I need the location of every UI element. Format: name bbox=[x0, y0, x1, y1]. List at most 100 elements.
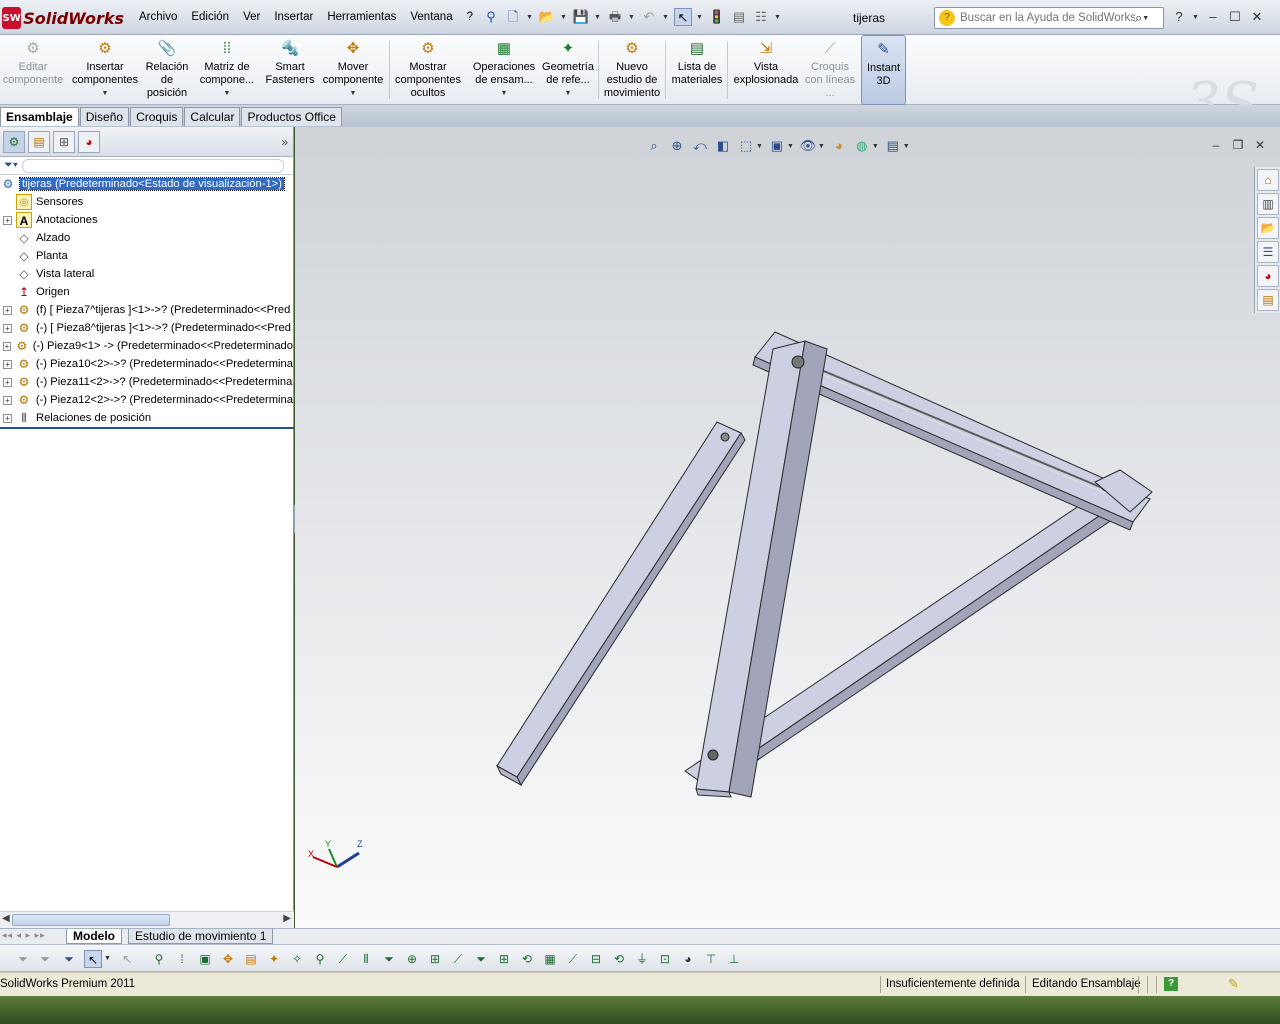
expand-icon[interactable]: + bbox=[3, 323, 12, 333]
tool-17-icon[interactable]: ⟲ bbox=[518, 950, 536, 968]
save-dropdown-icon[interactable]: ▼ bbox=[594, 14, 602, 21]
tree-item-pieza8[interactable]: + ⚙ (-) [ Pieza8^tijeras ]<1>->? (Predete… bbox=[0, 319, 293, 337]
solidworks-logo[interactable]: SW SolidWorks bbox=[0, 4, 124, 32]
save-icon[interactable]: 💾 bbox=[572, 8, 590, 26]
minimize-icon[interactable]: – bbox=[1204, 8, 1222, 26]
select-tool-icon[interactable]: ↖ bbox=[84, 950, 102, 968]
filter-faces-icon[interactable]: ⏷ bbox=[36, 950, 54, 968]
view-palette-icon[interactable]: ☰ bbox=[1257, 241, 1279, 263]
tool-14-icon[interactable]: ⟋ bbox=[449, 950, 467, 968]
reference-geometry-dropdown-icon[interactable]: ▼ bbox=[540, 87, 596, 100]
menu-ventana[interactable]: Ventana bbox=[403, 9, 459, 25]
filter-toolbar-icon[interactable]: ⏷ bbox=[14, 950, 32, 968]
tool-20-icon[interactable]: ⊟ bbox=[587, 950, 605, 968]
bill-of-materials-button[interactable]: ▤ Lista de materiales bbox=[670, 35, 724, 105]
pin-icon[interactable]: ⚲ bbox=[482, 8, 500, 26]
tool-1-icon[interactable]: ⚲ bbox=[150, 950, 168, 968]
menu-ver[interactable]: Ver bbox=[236, 9, 267, 25]
assembly-features-button[interactable]: ▦ Operaciones de ensam... ▼ bbox=[470, 35, 538, 105]
expand-panel-icon[interactable]: » bbox=[281, 135, 288, 149]
insert-components-dropdown-icon[interactable]: ▼ bbox=[70, 87, 140, 100]
help-search-input[interactable] bbox=[960, 12, 1135, 24]
mate-button[interactable]: 📎 Relación de posición bbox=[144, 35, 190, 105]
tree-item-vista-lateral[interactable]: ◇ Vista lateral bbox=[0, 265, 293, 283]
rollback-bar[interactable] bbox=[0, 427, 294, 429]
select-other-icon[interactable]: ↖ bbox=[118, 950, 136, 968]
exploded-view-button[interactable]: ⇲ Vista explosionada bbox=[732, 35, 800, 105]
menu-herramientas[interactable]: Herramientas bbox=[320, 9, 403, 25]
file-explorer-icon[interactable]: 📂 bbox=[1257, 217, 1279, 239]
display-manager-tab-icon[interactable]: ◕ bbox=[78, 130, 100, 153]
tool-24-icon[interactable]: ◕ bbox=[679, 950, 697, 968]
scroll-left-icon[interactable]: ◀ bbox=[2, 913, 10, 924]
tool-19-icon[interactable]: ⟋ bbox=[564, 950, 582, 968]
model-viewport[interactable] bbox=[295, 127, 1280, 928]
expand-icon[interactable]: + bbox=[3, 377, 12, 387]
tool-7-icon[interactable]: ✧ bbox=[288, 950, 306, 968]
tool-2-icon[interactable]: ⁞ bbox=[173, 950, 191, 968]
tool-23-icon[interactable]: ⊡ bbox=[656, 950, 674, 968]
configuration-manager-tab-icon[interactable]: ⊞ bbox=[53, 130, 75, 153]
explode-line-sketch-button[interactable]: ⟋ Croquis con líneas ... bbox=[804, 35, 856, 105]
tool-18-icon[interactable]: ▦ bbox=[541, 950, 559, 968]
pattern-dropdown-icon[interactable]: ▼ bbox=[196, 87, 258, 100]
expand-icon[interactable]: + bbox=[3, 305, 12, 315]
tab-modelo[interactable]: Modelo bbox=[66, 929, 122, 944]
tree-item-pieza9[interactable]: + ⚙ (-) Pieza9<1> -> (Predeterminado<<Pre… bbox=[0, 337, 293, 355]
open-dropdown-icon[interactable]: ▼ bbox=[560, 14, 568, 21]
tab-croquis[interactable]: Croquis bbox=[130, 107, 184, 126]
tool-3-icon[interactable]: ▣ bbox=[196, 950, 214, 968]
filter-edges-icon[interactable]: ⏷ bbox=[60, 950, 78, 968]
help-icon[interactable]: ? bbox=[1170, 8, 1188, 26]
print-icon[interactable]: 🖶 bbox=[606, 8, 624, 26]
help-dropdown-icon[interactable]: ▼ bbox=[1192, 14, 1200, 21]
feature-tree-tab-icon[interactable]: ⚙ bbox=[3, 130, 25, 153]
tree-item-alzado[interactable]: ◇ Alzado bbox=[0, 229, 293, 247]
tree-item-pieza10[interactable]: + ⚙ (-) Pieza10<2>->? (Predeterminado<<Pr… bbox=[0, 355, 293, 373]
tool-21-icon[interactable]: ⟲ bbox=[610, 950, 628, 968]
tool-11-icon[interactable]: ⏷ bbox=[380, 950, 398, 968]
select-tool-dropdown-icon[interactable]: ▼ bbox=[104, 955, 112, 962]
scroll-right-icon[interactable]: ▶ bbox=[283, 913, 291, 924]
tree-item-pieza7[interactable]: + ⚙ (f) [ Pieza7^tijeras ]<1>->? (Predete… bbox=[0, 301, 293, 319]
tool-4-icon[interactable]: ✥ bbox=[219, 950, 237, 968]
maximize-icon[interactable]: ☐ bbox=[1226, 8, 1244, 26]
new-dropdown-icon[interactable]: ▼ bbox=[526, 14, 534, 21]
select-dropdown-icon[interactable]: ▼ bbox=[696, 14, 704, 21]
expand-icon[interactable]: + bbox=[3, 341, 11, 351]
tool-15-icon[interactable]: ⏷ bbox=[472, 950, 490, 968]
expand-icon[interactable]: + bbox=[3, 359, 12, 369]
tab-productos-office[interactable]: Productos Office bbox=[241, 107, 342, 126]
tab-calcular[interactable]: Calcular bbox=[184, 107, 241, 126]
expand-icon[interactable]: + bbox=[3, 413, 12, 423]
tree-item-anotaciones[interactable]: + A Anotaciones bbox=[0, 211, 293, 229]
solidworks-resources-icon[interactable]: ⌂ bbox=[1257, 169, 1279, 191]
scroll-thumb[interactable] bbox=[12, 914, 170, 926]
tab-diseno[interactable]: Diseño bbox=[79, 107, 130, 126]
menu-help[interactable]: ? bbox=[460, 9, 480, 25]
options-dropdown-icon[interactable]: ▼ bbox=[774, 14, 782, 21]
expand-icon[interactable]: + bbox=[3, 395, 12, 405]
vertical-bar[interactable] bbox=[695, 340, 828, 798]
tree-root-assembly[interactable]: ⚙ tijeras (Predeterminado<Estado de visu… bbox=[0, 175, 293, 193]
select-arrow-icon[interactable]: ↖ bbox=[674, 8, 692, 26]
menu-insertar[interactable]: Insertar bbox=[267, 9, 320, 25]
tool-8-icon[interactable]: ⚲ bbox=[311, 950, 329, 968]
tab-navigation-arrows[interactable]: ◂◂ ◂ ▸ ▸▸ bbox=[2, 930, 46, 941]
search-dropdown-icon[interactable]: ▼ bbox=[1142, 15, 1150, 22]
file-properties-icon[interactable]: ▤ bbox=[730, 8, 748, 26]
appearances-icon[interactable]: ◕ bbox=[1257, 265, 1279, 287]
instant3d-button[interactable]: ✎ Instant 3D bbox=[861, 35, 906, 105]
tool-13-icon[interactable]: ⊞ bbox=[426, 950, 444, 968]
move-component-dropdown-icon[interactable]: ▼ bbox=[322, 87, 384, 100]
tool-26-icon[interactable]: ⊥ bbox=[725, 950, 743, 968]
help-search-box[interactable]: ? ⌕ ▼ bbox=[934, 7, 1164, 29]
tree-filter-input[interactable] bbox=[22, 158, 285, 173]
undo-dropdown-icon[interactable]: ▼ bbox=[662, 14, 670, 21]
menu-edicion[interactable]: Edición bbox=[184, 9, 236, 25]
undo-icon[interactable]: ↶ bbox=[640, 8, 658, 26]
expand-icon[interactable]: + bbox=[3, 215, 12, 225]
search-icon[interactable]: ⌕ bbox=[1135, 10, 1142, 26]
close-icon[interactable]: ✕ bbox=[1248, 8, 1266, 26]
show-hidden-components-button[interactable]: ⚙ Mostrar componentes ocultos bbox=[393, 35, 463, 105]
